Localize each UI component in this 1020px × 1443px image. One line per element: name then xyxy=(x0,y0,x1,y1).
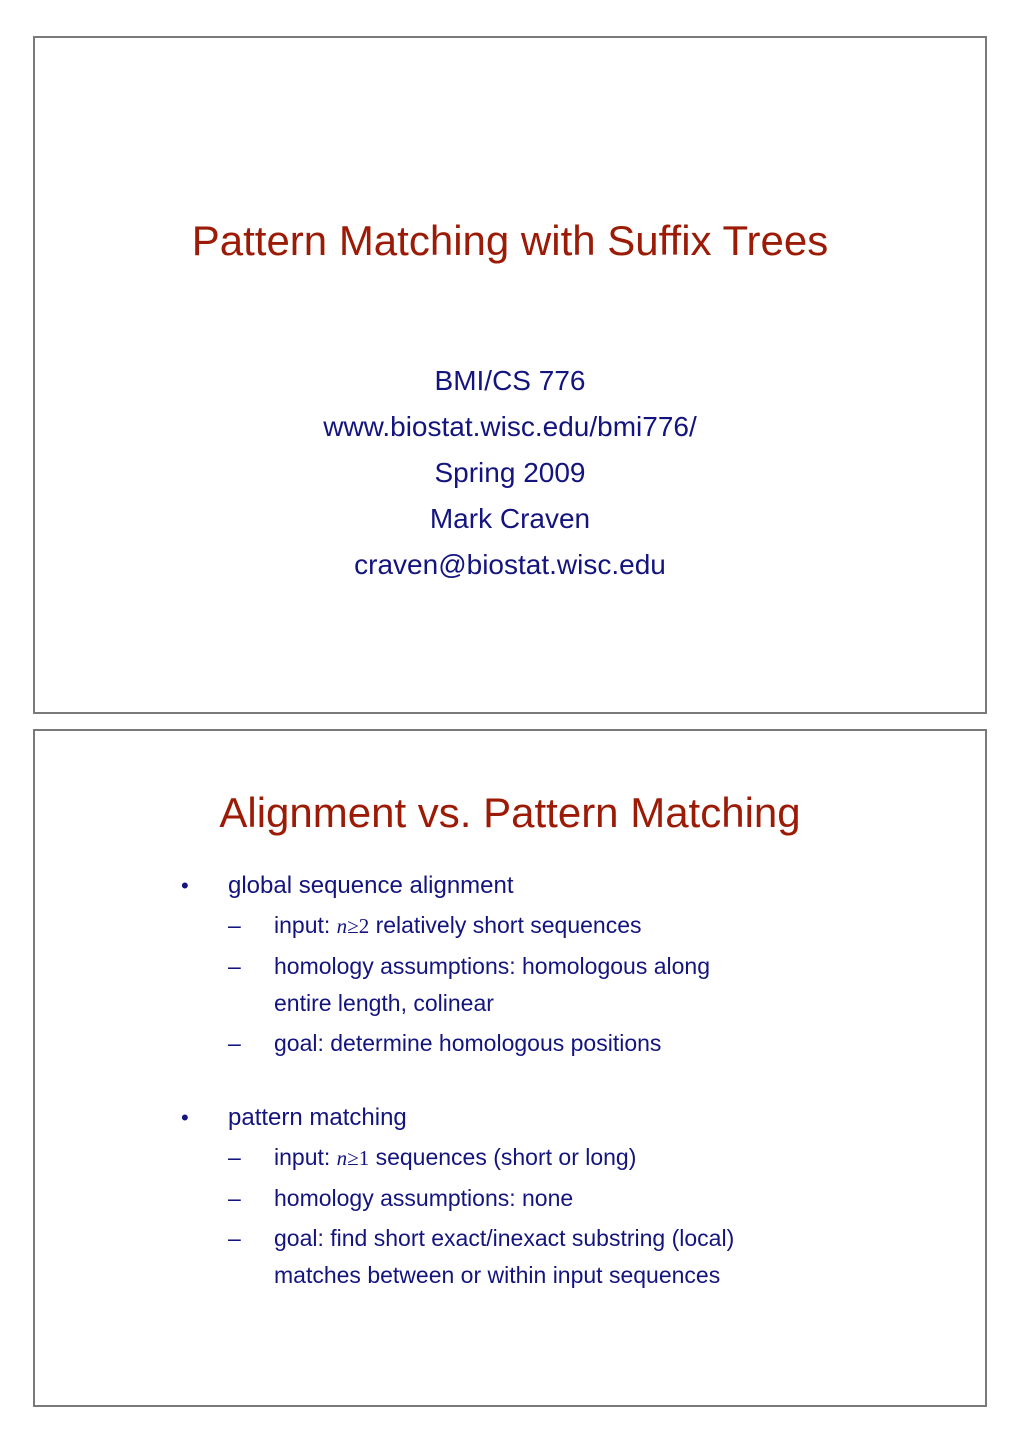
subbullet-input-n-ge-1: – input: n≥1 sequences (short or long) xyxy=(181,1139,881,1177)
bullet-label: pattern matching xyxy=(228,1104,407,1131)
dash-icon: – xyxy=(228,1144,241,1170)
math-operator: ≥ xyxy=(347,1146,359,1170)
bullet-label: global sequence alignment xyxy=(228,872,514,899)
course-url: www.biostat.wisc.edu/bmi776/ xyxy=(323,411,697,442)
dash-icon: – xyxy=(228,1030,241,1056)
instructor-name: Mark Craven xyxy=(429,503,591,534)
dash-icon: – xyxy=(228,953,241,979)
subbullet-text-pre: input: xyxy=(274,1144,337,1170)
subbullet-input-n-ge-2: – input: n≥2 relatively short sequences xyxy=(181,907,881,945)
math-variable: n xyxy=(336,914,348,938)
dash-icon: – xyxy=(228,1225,241,1251)
slide-1-subtitle-block: BMI/CS 776 www.biostat.wisc.edu/bmi776/ … xyxy=(35,358,985,588)
slide-1-title: Pattern Matching with Suffix Trees xyxy=(191,217,829,264)
bullet-dot-icon: • xyxy=(181,873,189,898)
slide-2-body: • global sequence alignment – input: n≥2… xyxy=(181,867,881,1297)
subbullet-homology-assumptions-colinear: – homology assumptions: homologous along… xyxy=(181,948,881,1022)
handout-page: Pattern Matching with Suffix Trees BMI/C… xyxy=(0,0,1020,1443)
course-code: BMI/CS 776 xyxy=(434,365,586,396)
bullet-dot-icon: • xyxy=(181,1105,189,1130)
subbullet-text-pre: goal: find short exact/inexact substring… xyxy=(274,1225,735,1251)
subbullet-text-wrap: matches between or within input sequence… xyxy=(274,1262,721,1288)
math-number: 2 xyxy=(358,914,370,938)
instructor-email: craven@biostat.wisc.edu xyxy=(354,549,666,580)
term: Spring 2009 xyxy=(434,457,586,488)
bullet-group-spacer xyxy=(181,1065,881,1099)
slide-2-title: Alignment vs. Pattern Matching xyxy=(219,789,801,836)
slide-2: Alignment vs. Pattern Matching • global … xyxy=(33,729,987,1407)
bullet-global-sequence-alignment: • global sequence alignment xyxy=(181,867,881,905)
subbullet-text-pre: input: xyxy=(274,912,337,938)
subbullet-text-pre: homology assumptions: none xyxy=(274,1185,574,1211)
subbullet-text-pre: goal: determine homologous positions xyxy=(274,1030,662,1056)
subbullet-homology-assumptions-none: – homology assumptions: none xyxy=(181,1180,881,1217)
subbullet-goal-find-substring-matches: – goal: find short exact/inexact substri… xyxy=(181,1220,881,1294)
subbullet-text-post: relatively short sequences xyxy=(369,912,642,938)
subbullet-text-pre: homology assumptions: homologous along xyxy=(274,953,710,979)
subbullet-goal-determine-positions: – goal: determine homologous positions xyxy=(181,1025,881,1062)
bullet-pattern-matching: • pattern matching xyxy=(181,1099,881,1137)
dash-icon: – xyxy=(228,1185,241,1211)
math-number: 1 xyxy=(358,1146,370,1170)
subbullet-text-wrap: entire length, colinear xyxy=(274,990,494,1016)
math-operator: ≥ xyxy=(347,914,359,938)
slide-1: Pattern Matching with Suffix Trees BMI/C… xyxy=(33,36,987,714)
subbullet-text-post: sequences (short or long) xyxy=(369,1144,637,1170)
math-variable: n xyxy=(336,1146,348,1170)
dash-icon: – xyxy=(228,912,241,938)
